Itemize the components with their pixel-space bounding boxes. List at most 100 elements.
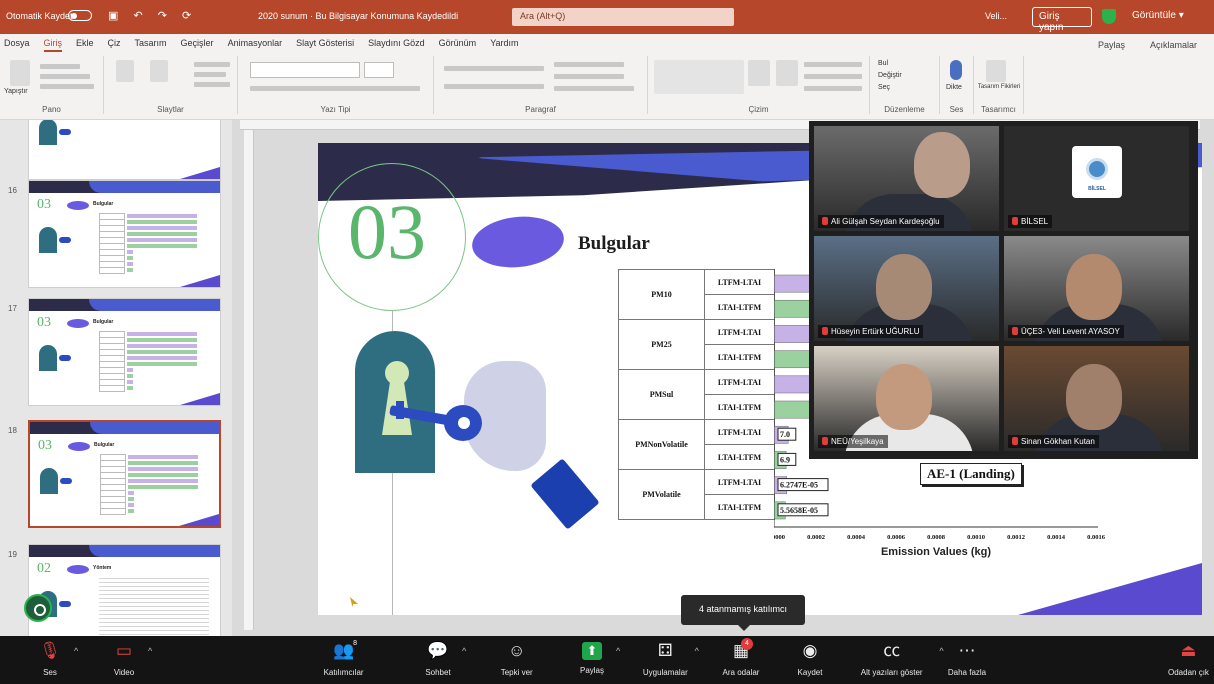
slide-thumbnail[interactable]: 03 [28,120,221,180]
cut-button[interactable] [40,64,80,69]
microphone-icon: 🎙 [39,641,61,660]
text-direction-button[interactable] [554,62,624,67]
tab-5[interactable]: Geçişler [181,38,214,48]
toolbar-button-captions[interactable]: ㏄ Alt yazıları göster [848,640,935,677]
toolbar-button-more[interactable]: ⋯ Daha fazla [944,640,990,677]
reuse-slides-icon[interactable] [150,60,168,82]
share-button[interactable]: Paylaş [1098,40,1125,50]
leave-button[interactable]: ⏏ Odadan çık [1168,640,1209,677]
paste-label: Yapıştır [4,88,28,95]
thumb-wave [89,181,220,193]
chevron-up-icon[interactable]: ^ [148,646,152,656]
toolbar-button-video-camera[interactable]: ▭ Video [104,640,144,677]
toolbar-button-record[interactable]: ◉ Kaydet [790,640,830,677]
view-button[interactable]: Görüntüle ▾ [1128,7,1208,27]
chevron-up-icon[interactable]: ^ [616,646,620,656]
dictate-label: Dikte [946,84,962,91]
select-button[interactable]: Seç [878,84,890,91]
tab-2[interactable]: Ekle [76,38,94,48]
participant-tile[interactable]: ÜÇE3- Veli Levent AYASOY [1004,236,1189,341]
format-painter-button[interactable] [40,84,94,89]
tab-9[interactable]: Görünüm [439,38,477,48]
list-buttons[interactable] [444,66,544,71]
layout-button[interactable] [194,62,230,67]
tab-0[interactable]: Dosya [4,38,30,48]
toolbar-button-reaction[interactable]: ☺ Tepki ver [496,640,537,677]
toolbar-button-chat[interactable]: 💬 Sohbet [418,640,458,677]
search-input[interactable]: Ara (Alt+Q) [512,8,734,26]
slide-thumbnail[interactable]: 03 Bulgular [28,420,221,528]
align-text-button[interactable] [554,74,624,79]
copy-button[interactable] [40,74,90,79]
section-button[interactable] [194,82,230,87]
toolbar-button-apps[interactable]: ⚃ Uygulamalar [640,640,691,677]
shape-outline-button[interactable] [804,74,862,79]
ribbon: Dosya Giriş Ekle Çiz Tasarım Geçişler Animasyo… [0,34,1214,120]
toolbar-button-breakout-rooms[interactable]: ▦ 4 Ara odalar [718,638,764,677]
shape-effects-button[interactable] [804,86,862,91]
x-tick-label-8: 0.0016 [1087,534,1106,541]
participant-tile[interactable]: NEÜ/Yeşilkaya [814,346,999,451]
chevron-up-icon[interactable]: ^ [939,646,943,656]
thumb-blob [68,442,90,451]
designer-icon[interactable] [986,60,1006,82]
thumb-corner [180,167,220,179]
font-size-field[interactable] [364,62,394,78]
participant-tile[interactable]: Sinan Gökhan Kutan [1004,346,1189,451]
reset-button[interactable] [194,72,226,77]
font-format-buttons[interactable] [250,86,420,91]
find-button[interactable]: Bul [878,60,888,67]
participant-tile[interactable]: Hüseyin Ertürk UĞURLU [814,236,999,341]
chevron-up-icon[interactable]: ^ [74,646,78,656]
shape-fill-button[interactable] [804,62,862,67]
replace-button[interactable]: Değiştir [878,72,902,79]
chevron-up-icon[interactable]: ^ [462,646,466,656]
toolbar-label: Ara odalar [722,668,760,677]
toolbar-button-microphone[interactable]: 🎙 Ses [30,640,70,677]
toolbar-button-participants[interactable]: 👥 8 Katılımcılar [316,640,371,677]
toolbar-button-share-screen[interactable]: ⬆ Paylaş [572,640,612,675]
arrange-icon[interactable] [748,60,770,86]
quick-access-toolbar[interactable]: ▣ ↶ ↷ ⟳ [108,9,197,22]
zoom-floating-button[interactable] [24,594,52,622]
tab-1[interactable]: Giriş [43,38,63,52]
person-head [914,132,970,198]
participant-tile[interactable]: BİLSEL BİLSEL [1004,126,1189,231]
new-slide-icon[interactable] [116,60,134,82]
toolbar-label: Paylaş [579,666,604,675]
slide-corner-decoration [1018,563,1202,615]
tab-4[interactable]: Tasarım [135,38,167,48]
participant-name-text: NEÜ/Yeşilkaya [831,437,884,446]
slide-thumbnail[interactable]: 03 Bulgular [28,180,221,288]
autosave-toggle[interactable] [68,10,92,21]
quick-styles-icon[interactable] [776,60,798,86]
paste-icon[interactable] [10,60,30,86]
screen: Otomatik Kaydet ▣ ↶ ↷ ⟳ 2020 sunum · Bu … [0,0,1214,684]
thumb-cell [99,267,125,274]
emission-table[interactable]: PM10 LTFM-LTAI LTAI-LTFM PM25 LTFM-LTAI LTAI-… [618,269,775,520]
comments-button[interactable]: Açıklamalar [1150,40,1197,50]
group-paragraph: Paragraf [434,56,648,114]
tab-3[interactable]: Çiz [108,38,121,48]
table-direction-cell: LTAI-LTFM [704,344,775,370]
tab-7[interactable]: Slayt Gösterisi [296,38,354,48]
chevron-up-icon[interactable]: ^ [695,646,699,656]
slide-thumbnail[interactable]: 03 Bulgular [28,298,221,406]
participant-name: Sinan Gökhan Kutan [1008,435,1099,448]
thumb-lock-icon [39,345,57,371]
slide-title[interactable]: Bulgular [578,233,650,255]
align-buttons[interactable] [444,84,544,89]
tab-10[interactable]: Yardım [490,38,518,48]
shapes-gallery[interactable] [654,60,744,94]
person-head [876,364,932,430]
smartart-button[interactable] [554,86,634,91]
font-name-field[interactable] [250,62,360,78]
participant-tile[interactable]: Ali Gülşah Seydan Kardeşoğlu [814,126,999,231]
thumb-corner [180,275,220,287]
tab-8[interactable]: Slaydını Gözd [368,38,425,48]
signin-button[interactable]: Giriş yapın [1032,7,1092,33]
tab-6[interactable]: Animasyonlar [228,38,283,48]
slide-thumbnail[interactable]: 02 Yöntem [28,544,221,636]
microphone-icon[interactable] [950,60,962,80]
shield-icon [1102,9,1116,24]
